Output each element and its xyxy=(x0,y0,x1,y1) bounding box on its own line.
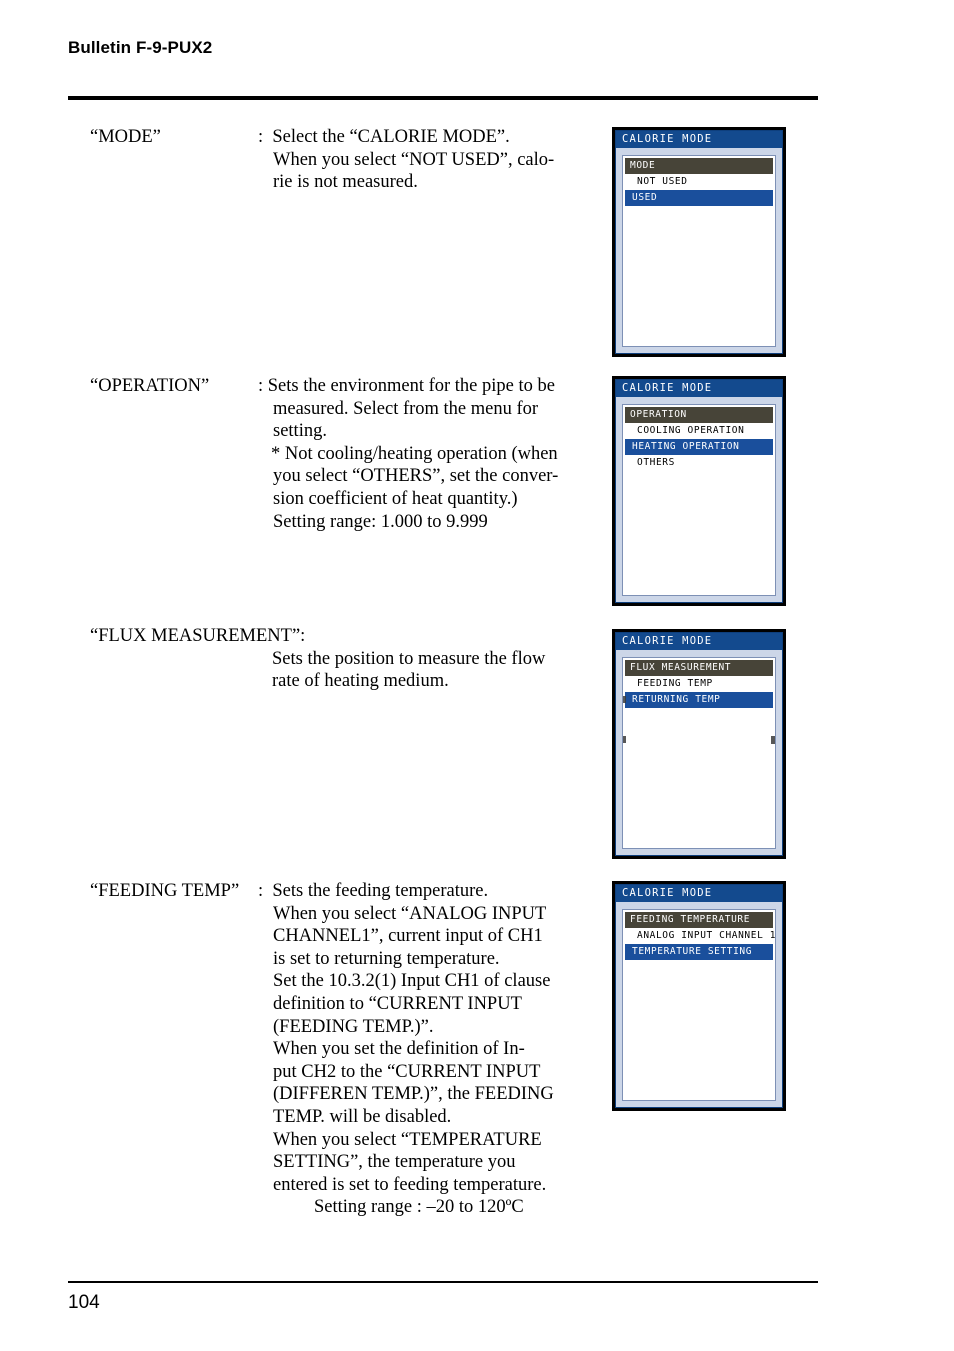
lcd-menu-item-selected[interactable]: HEATING OPERATION xyxy=(625,439,773,455)
entry-term: “FEEDING TEMP” xyxy=(90,881,240,901)
entry-line: you select “OTHERS”, set the conver- xyxy=(273,466,559,487)
device-screen-operation: CALORIE MODE OPERATION COOLING OPERATION… xyxy=(612,376,786,606)
lcd-title: CALORIE MODE xyxy=(616,885,782,902)
entry-line: (DIFFEREN TEMP.)”, the FEEDING xyxy=(273,1084,554,1105)
entry-description: : Sets the environment for the pipe to b… xyxy=(258,375,558,533)
lcd-menu-item-selected[interactable]: RETURNING TEMP xyxy=(625,692,773,708)
entry-line: When you select “ANALOG INPUT xyxy=(273,903,547,924)
entry-description: : Select the “CALORIE MODE”. When you se… xyxy=(258,126,554,194)
device-screen-feeding-temperature: CALORIE MODE FEEDING TEMPERATURE ANALOG … xyxy=(612,881,786,1111)
entry-line: SETTING”, the temperature you xyxy=(273,1152,516,1173)
entry-line: : Select the “CALORIE MODE”. xyxy=(258,127,510,147)
entry-line: When you select “NOT USED”, calo- xyxy=(273,149,555,170)
entry-line: definition to “CURRENT INPUT xyxy=(273,993,522,1014)
entry-line: put CH2 to the “CURRENT INPUT xyxy=(273,1061,541,1082)
entry-line: sion coefficient of heat quantity.) xyxy=(273,488,518,509)
entry-description: : Sets the feeding temperature. When you… xyxy=(258,880,554,1219)
entry-line: is set to returning temperature. xyxy=(273,948,500,969)
lcd-menu-header: MODE xyxy=(625,158,773,174)
lcd-menu-body: OPERATION COOLING OPERATION HEATING OPER… xyxy=(622,404,776,596)
entry-line: Setting range: 1.000 to 9.999 xyxy=(273,511,488,532)
lcd-menu-item[interactable]: COOLING OPERATION xyxy=(625,423,773,439)
lcd-title: CALORIE MODE xyxy=(616,131,782,148)
lcd-title: CALORIE MODE xyxy=(616,380,782,397)
lcd-menu-item[interactable]: OTHERS xyxy=(625,455,773,471)
entry-line: : Sets the feeding temperature. xyxy=(258,881,489,901)
entry-line: setting. xyxy=(273,421,327,442)
lcd-menu-item[interactable]: ANALOG INPUT CHANNEL 1 xyxy=(625,928,775,944)
footer-rule xyxy=(68,1281,818,1283)
entry-line: rate of heating medium. xyxy=(272,671,449,692)
entry-description: Sets the position to measure the flow ra… xyxy=(272,648,545,693)
device-screen-flux-measurement: CALORIE MODE FLUX MEASUREMENT FEEDING TE… xyxy=(612,629,786,859)
scan-artifact xyxy=(623,736,626,743)
lcd-menu-body: MODE NOT USED USED xyxy=(622,155,776,347)
lcd-menu-item[interactable]: FEEDING TEMP xyxy=(625,676,773,692)
lcd-menu-body: FLUX MEASUREMENT FEEDING TEMP RETURNING … xyxy=(622,657,776,849)
entry-line: rie is not measured. xyxy=(273,172,418,193)
entry-term: “OPERATION” xyxy=(90,376,210,396)
lcd-menu-item[interactable]: NOT USED xyxy=(625,174,773,190)
lcd-inner: CALORIE MODE OPERATION COOLING OPERATION… xyxy=(615,379,783,603)
entry-line: entered is set to feeding temperature. xyxy=(273,1174,547,1195)
lcd-menu-header: OPERATION xyxy=(625,407,773,423)
lcd-inner: CALORIE MODE FEEDING TEMPERATURE ANALOG … xyxy=(615,884,783,1108)
header-rule xyxy=(68,96,818,100)
entry-line: : Sets the environment for the pipe to b… xyxy=(258,376,555,396)
entry-line: (FEEDING TEMP.)”. xyxy=(273,1016,434,1037)
lcd-menu-body: FEEDING TEMPERATURE ANALOG INPUT CHANNEL… xyxy=(622,909,776,1101)
entry-line: When you set the definition of In- xyxy=(273,1039,525,1060)
lcd-inner: CALORIE MODE FLUX MEASUREMENT FEEDING TE… xyxy=(615,632,783,856)
device-screen-mode: CALORIE MODE MODE NOT USED USED xyxy=(612,127,786,357)
entry-line: * Not cooling/heating operation (when xyxy=(271,443,558,464)
lcd-inner: CALORIE MODE MODE NOT USED USED xyxy=(615,130,783,354)
scan-artifact xyxy=(623,696,626,703)
entry-term: “FLUX MEASUREMENT”: xyxy=(90,626,306,646)
lcd-menu-item-selected[interactable]: TEMPERATURE SETTING xyxy=(625,944,773,960)
entry-line: measured. Select from the menu for xyxy=(273,398,539,419)
entry-term: “MODE” xyxy=(90,127,161,147)
entry-line: TEMP. will be disabled. xyxy=(273,1106,452,1127)
lcd-menu-header: FLUX MEASUREMENT xyxy=(625,660,773,676)
entry-line: Sets the position to measure the flow xyxy=(272,648,546,669)
bulletin-title: Bulletin F-9-PUX2 xyxy=(68,38,213,57)
entry-line: CHANNEL1”, current input of CH1 xyxy=(273,926,543,947)
lcd-title: CALORIE MODE xyxy=(616,633,782,650)
entry-line: Setting range : –20 to 120ºC xyxy=(314,1197,524,1218)
entry-line: When you select “TEMPERATURE xyxy=(273,1129,542,1150)
entry-line: Set the 10.3.2(1) Input CH1 of clause xyxy=(273,971,551,992)
lcd-menu-header: FEEDING TEMPERATURE xyxy=(625,912,773,928)
lcd-menu-item-selected[interactable]: USED xyxy=(625,190,773,206)
scan-artifact xyxy=(771,736,775,744)
page-number: 104 xyxy=(68,1292,100,1313)
